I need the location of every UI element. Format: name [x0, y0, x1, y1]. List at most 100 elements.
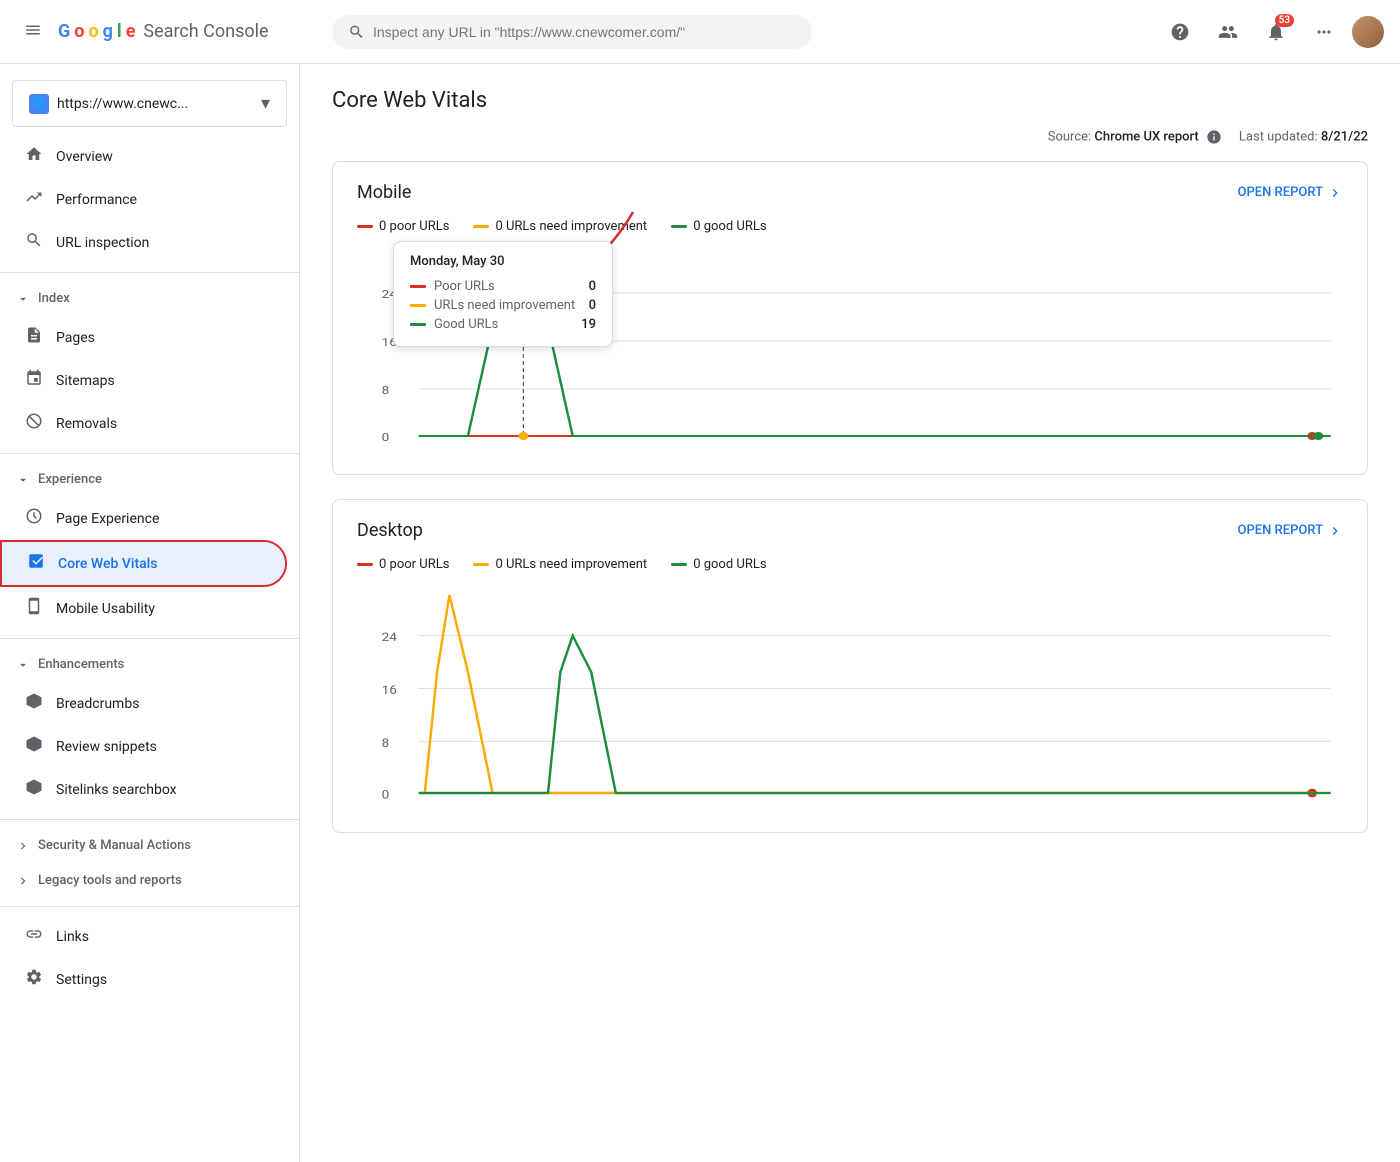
- desktop-legend: 0 poor URLs 0 URLs need improvement 0 go…: [333, 557, 1367, 584]
- help-button[interactable]: [1160, 12, 1200, 52]
- last-updated-value: 8/21/22: [1321, 129, 1368, 144]
- sidebar-item-breadcrumbs[interactable]: Breadcrumbs: [0, 682, 287, 725]
- sidebar-item-overview[interactable]: Overview: [0, 135, 287, 178]
- sidebar-item-sitemaps[interactable]: Sitemaps: [0, 359, 287, 402]
- desktop-card-header: Desktop OPEN REPORT: [333, 500, 1367, 557]
- needs-dash: [410, 304, 426, 307]
- chevron-down-icon: [16, 473, 30, 487]
- legend-item-good: 0 good URLs: [671, 557, 766, 572]
- google-logo: Google Search Console: [58, 21, 269, 42]
- notification-count: 53: [1275, 14, 1294, 27]
- sidebar-item-sitelinks-searchbox[interactable]: Sitelinks searchbox: [0, 768, 287, 811]
- search-bar[interactable]: [332, 15, 812, 49]
- legend-item-needs: 0 URLs need improvement: [473, 557, 647, 572]
- sidebar-item-mobile-usability[interactable]: Mobile Usability: [0, 587, 287, 630]
- sidebar-item-links[interactable]: Links: [0, 915, 287, 958]
- sidebar-item-label: Settings: [56, 972, 107, 988]
- sidebar-item-page-experience[interactable]: Page Experience: [0, 497, 287, 540]
- poor-dash: [410, 285, 426, 288]
- core-web-vitals-icon: [26, 552, 46, 575]
- security-section-header[interactable]: Security & Manual Actions: [0, 828, 299, 863]
- needs-dot: [473, 225, 489, 228]
- page-experience-icon: [24, 507, 44, 530]
- menu-icon[interactable]: [16, 12, 50, 52]
- desktop-chart: 0 8 16 24 5/25/22 6/6/22 6/18/22 6/30/22…: [357, 584, 1343, 804]
- sidebar-item-label: URL inspection: [56, 235, 149, 251]
- mobile-open-report-link[interactable]: OPEN REPORT: [1238, 185, 1344, 201]
- desktop-card-title: Desktop: [357, 520, 423, 541]
- pages-icon: [24, 326, 44, 349]
- mobile-chart-area: Monday, May 30 Poor URLs 0 URLs need imp…: [333, 246, 1367, 474]
- chevron-down-icon: [16, 658, 30, 672]
- page-title: Core Web Vitals: [332, 88, 1368, 113]
- divider: [0, 638, 299, 639]
- sidebar-item-removals[interactable]: Removals: [0, 402, 287, 445]
- product-name: Search Console: [143, 21, 268, 42]
- legacy-section-header[interactable]: Legacy tools and reports: [0, 863, 299, 898]
- sidebar-item-pages[interactable]: Pages: [0, 316, 287, 359]
- poor-dot: [357, 563, 373, 566]
- sidebar-item-label: Breadcrumbs: [56, 696, 139, 712]
- poor-dot: [357, 225, 373, 228]
- avatar[interactable]: [1352, 16, 1384, 48]
- sidebar-item-label: Removals: [56, 416, 117, 432]
- sidebar-item-review-snippets[interactable]: Review snippets: [0, 725, 287, 768]
- topbar: Google Search Console 53: [0, 0, 1400, 64]
- sidebar-item-settings[interactable]: Settings: [0, 958, 287, 1001]
- enhancements-section-label: Enhancements: [38, 657, 124, 672]
- index-section-label: Index: [38, 291, 70, 306]
- dropdown-arrow-icon: ▾: [261, 93, 270, 114]
- security-section-label: Security & Manual Actions: [38, 838, 191, 853]
- svg-text:0: 0: [382, 432, 390, 444]
- site-url: https://www.cnewc...: [57, 96, 253, 112]
- legend-item-poor: 0 poor URLs: [357, 557, 449, 572]
- divider: [0, 906, 299, 907]
- good-dot: [671, 225, 687, 228]
- sitelinks-icon: [24, 778, 44, 801]
- svg-text:8: 8: [382, 385, 390, 397]
- chevron-right-icon: [1327, 523, 1343, 539]
- site-icon: 🌐: [29, 94, 49, 114]
- apps-button[interactable]: [1304, 12, 1344, 52]
- sidebar-item-label: Sitelinks searchbox: [56, 782, 177, 798]
- mobile-icon: [24, 597, 44, 620]
- sidebar: 🌐 https://www.cnewc... ▾ Overview Perfor…: [0, 64, 300, 1162]
- good-dash: [410, 323, 426, 326]
- links-icon: [24, 925, 44, 948]
- topbar-left: Google Search Console: [16, 12, 316, 52]
- needs-dot: [473, 563, 489, 566]
- sidebar-item-label: Overview: [56, 149, 113, 165]
- enhancements-section-header[interactable]: Enhancements: [0, 647, 299, 682]
- chevron-right-icon: [16, 839, 30, 853]
- site-selector[interactable]: 🌐 https://www.cnewc... ▾: [12, 80, 287, 127]
- topbar-right: 53: [1160, 12, 1384, 52]
- sidebar-item-core-web-vitals[interactable]: Core Web Vitals: [2, 542, 285, 585]
- review-snippets-icon: [24, 735, 44, 758]
- sidebar-item-performance[interactable]: Performance: [0, 178, 287, 221]
- breadcrumbs-icon: [24, 692, 44, 715]
- users-button[interactable]: [1208, 12, 1248, 52]
- legend-item-poor: 0 poor URLs: [357, 219, 449, 234]
- svg-text:16: 16: [382, 684, 397, 698]
- source-line: Source: Chrome UX report Last updated: 8…: [332, 129, 1368, 145]
- sidebar-item-label: Page Experience: [56, 511, 159, 527]
- chevron-down-icon: [16, 292, 30, 306]
- sidebar-item-label: Mobile Usability: [56, 601, 155, 617]
- home-icon: [24, 145, 44, 168]
- settings-icon: [24, 968, 44, 991]
- sidebar-item-label: Links: [56, 929, 89, 945]
- mobile-card-header: Mobile OPEN REPORT: [333, 162, 1367, 219]
- notifications-button[interactable]: 53: [1256, 12, 1296, 52]
- sitemaps-icon: [24, 369, 44, 392]
- desktop-open-report-link[interactable]: OPEN REPORT: [1238, 523, 1344, 539]
- url-inspect-input[interactable]: [373, 24, 796, 40]
- performance-icon: [24, 188, 44, 211]
- sidebar-item-label: Pages: [56, 330, 95, 346]
- source-label: Source:: [1048, 129, 1091, 144]
- index-section-header[interactable]: Index: [0, 281, 299, 316]
- experience-section-header[interactable]: Experience: [0, 462, 299, 497]
- desktop-card: Desktop OPEN REPORT 0 poor URLs 0 URLs n…: [332, 499, 1368, 833]
- legacy-section-label: Legacy tools and reports: [38, 873, 182, 888]
- sidebar-item-label: Sitemaps: [56, 373, 115, 389]
- sidebar-item-url-inspection[interactable]: URL inspection: [0, 221, 287, 264]
